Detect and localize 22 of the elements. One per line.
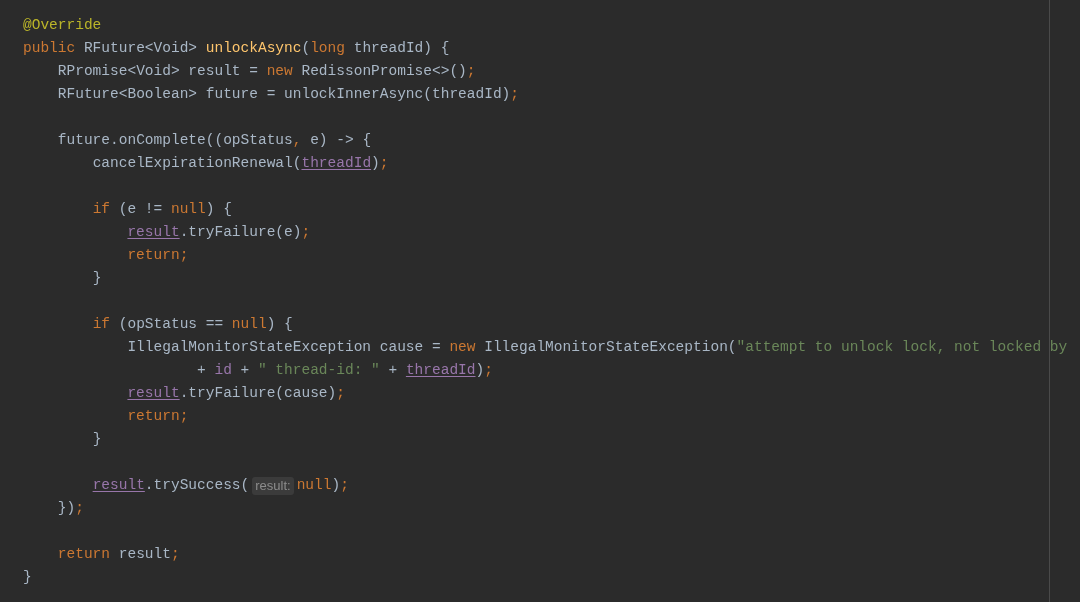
code-line: @Override — [23, 15, 102, 35]
code-text: null); — [296, 475, 349, 495]
code-line: } — [91, 429, 102, 449]
parameter-hint: result: — [252, 476, 294, 495]
code-line: }); — [56, 498, 84, 518]
code-line: RPromise<Void> result = new RedissonPromise<>(); — [56, 61, 476, 81]
code-line: return; — [126, 406, 189, 426]
code-line: RFuture<Boolean> future = unlockInnerAsync(threadId); — [56, 84, 519, 104]
code-line: return result; — [56, 544, 180, 564]
code-line: IllegalMonitorStateException cause = new IllegalMonitorStateException("attempt to unlock lock, not locked by — [126, 337, 1068, 357]
code-line: future.onComplete((opStatus, e) -> { — [56, 130, 372, 150]
code-line: } — [91, 268, 102, 288]
code-line: return; — [126, 245, 189, 265]
code-line: result.tryFailure(e); — [126, 222, 311, 242]
code-line: + id + " thread-id: " + threadId); — [196, 360, 493, 380]
code-line: cancelExpirationRenewal(threadId); — [91, 153, 389, 173]
code-line: if (e != null) { — [91, 199, 232, 219]
code-line: public RFuture<Void> unlockAsync(long threadId) { — [23, 38, 450, 58]
code-text: result.trySuccess( — [91, 475, 250, 495]
code-line: } — [23, 567, 32, 587]
code-line: result.tryFailure(cause); — [126, 383, 345, 403]
code-line: if (opStatus == null) { — [91, 314, 293, 334]
